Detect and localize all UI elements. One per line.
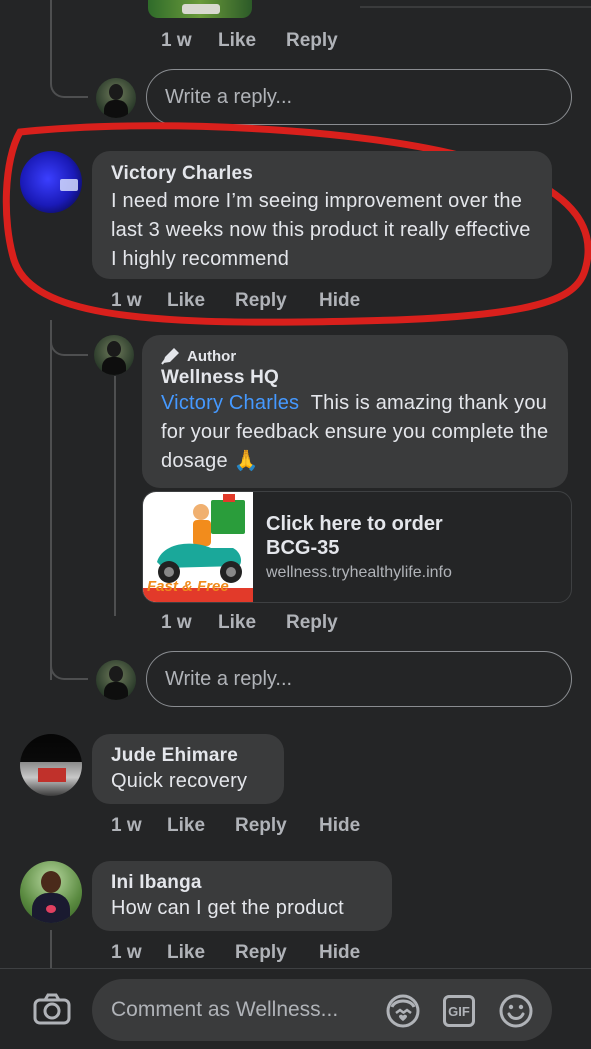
comment-bubble: Ini Ibanga How can I get the product	[92, 861, 392, 931]
pencil-icon	[161, 348, 179, 365]
reply-placeholder: Write a reply...	[165, 667, 293, 690]
avatar	[96, 78, 136, 118]
comment-bubble: Jude Ehimare Quick recovery	[92, 734, 284, 804]
comment-text: I need more I’m seeing improvement over …	[111, 190, 531, 270]
avatar-sticker-icon	[386, 994, 420, 1028]
hide-button[interactable]: Hide	[319, 290, 360, 312]
reply-button[interactable]: Reply	[286, 612, 338, 634]
comment-composer: Comment as Wellness... GIF	[0, 968, 591, 1049]
comment-author[interactable]: Jude Ehimare	[111, 745, 265, 767]
comment-text: Quick recovery	[111, 770, 248, 792]
comment-text: How can I get the product	[111, 897, 344, 919]
gif-button[interactable]: GIF	[441, 993, 477, 1029]
author-badge-label: Author	[187, 347, 237, 365]
thread-connector	[50, 644, 88, 680]
reply-button[interactable]: Reply	[235, 815, 287, 837]
timestamp: 1 w	[111, 815, 142, 836]
timestamp: 1 w	[161, 612, 192, 633]
avatar[interactable]	[20, 151, 82, 213]
thread-connector	[50, 60, 88, 98]
thread-line	[50, 0, 52, 60]
camera-icon	[33, 993, 71, 1025]
author-badge: Author	[161, 347, 549, 365]
top-separator	[360, 6, 591, 8]
previous-attachment-image[interactable]	[148, 0, 252, 18]
avatar[interactable]	[94, 335, 134, 375]
link-preview-card[interactable]: Fast & Free Click here to order BCG-35 w…	[142, 491, 572, 603]
reply-button[interactable]: Reply	[286, 30, 338, 52]
comment-author[interactable]: Ini Ibanga	[111, 872, 373, 894]
thread-line	[50, 320, 52, 680]
timestamp: 1 w	[161, 30, 192, 51]
like-button[interactable]: Like	[218, 612, 256, 634]
link-thumbnail: Fast & Free	[143, 492, 253, 602]
thread-line	[50, 930, 52, 968]
reply-button[interactable]: Reply	[235, 290, 287, 312]
like-button[interactable]: Like	[167, 942, 205, 964]
thumbnail-caption: Fast & Free	[147, 578, 229, 595]
avatar[interactable]	[20, 734, 82, 796]
timestamp: 1 w	[111, 290, 142, 311]
comment-author[interactable]: Victory Charles	[111, 163, 533, 185]
camera-button[interactable]	[30, 989, 74, 1029]
thread-line	[114, 376, 116, 616]
comment-placeholder: Comment as Wellness...	[111, 998, 339, 1021]
emoji-icon	[499, 994, 533, 1028]
link-domain: wellness.tryhealthylife.info	[266, 564, 452, 581]
gif-label: GIF	[448, 1003, 470, 1019]
reply-author[interactable]: Wellness HQ	[161, 367, 549, 389]
avatar	[96, 660, 136, 700]
reply-input[interactable]: Write a reply...	[146, 69, 572, 125]
emoji-button[interactable]	[497, 992, 535, 1030]
like-button[interactable]: Like	[167, 290, 205, 312]
hide-button[interactable]: Hide	[319, 815, 360, 837]
avatar[interactable]	[20, 861, 82, 923]
like-button[interactable]: Like	[167, 815, 205, 837]
reply-bubble: Author Wellness HQ Victory Charles This …	[142, 335, 568, 488]
comment-input[interactable]: Comment as Wellness... GIF	[92, 979, 552, 1041]
timestamp: 1 w	[111, 942, 142, 963]
link-title[interactable]: Click here to order BCG-35	[266, 512, 486, 560]
mention-link[interactable]: Victory Charles	[161, 392, 299, 414]
thread-connector	[50, 320, 88, 356]
avatar-sticker-button[interactable]	[384, 992, 422, 1030]
comment-bubble: Victory Charles I need more I’m seeing i…	[92, 151, 552, 279]
reply-button[interactable]: Reply	[235, 942, 287, 964]
gif-icon: GIF	[443, 995, 475, 1027]
like-button[interactable]: Like	[218, 30, 256, 52]
reply-input[interactable]: Write a reply...	[146, 651, 572, 707]
reply-placeholder: Write a reply...	[165, 85, 293, 108]
hide-button[interactable]: Hide	[319, 942, 360, 964]
reply-text: Victory Charles This is amazing thank yo…	[161, 389, 549, 476]
